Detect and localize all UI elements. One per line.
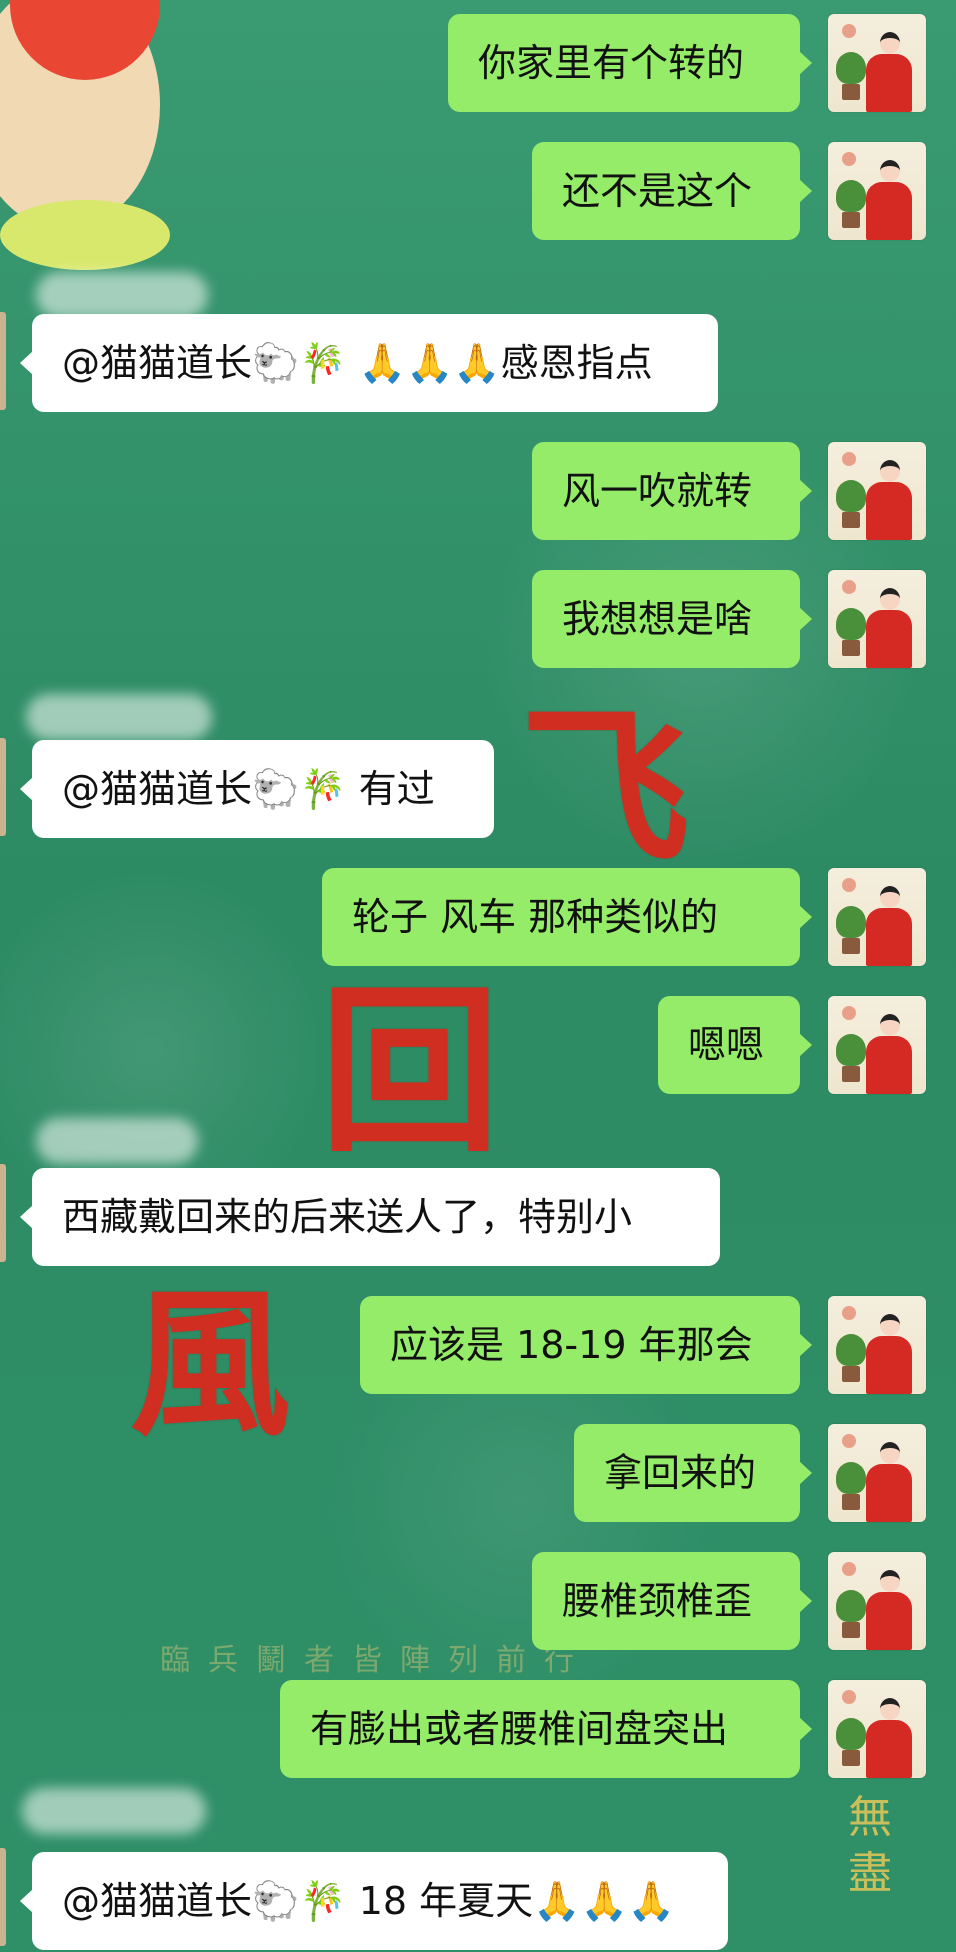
avatar[interactable]	[828, 1424, 926, 1522]
sender-name	[36, 272, 208, 318]
avatar[interactable]	[0, 1164, 6, 1262]
avatar[interactable]	[828, 1552, 926, 1650]
message-bubble[interactable]: 嗯嗯	[658, 996, 812, 1094]
message-bubble[interactable]: 风一吹就转	[532, 442, 812, 540]
avatar[interactable]	[0, 738, 6, 836]
message-bubble[interactable]: 有膨出或者腰椎间盘突出	[280, 1680, 812, 1778]
message-bubble[interactable]: 轮子 风车 那种类似的	[322, 868, 812, 966]
background-char: 風	[130, 1270, 291, 1458]
message-bubble[interactable]: @猫猫道长🐑🎋 18 年夏天🙏🙏🙏	[20, 1852, 728, 1950]
message-bubble[interactable]: @猫猫道长🐑🎋 有过	[20, 740, 494, 838]
message-bubble[interactable]: 西藏戴回来的后来送人了，特别小	[20, 1168, 720, 1266]
message-bubble[interactable]: 你家里有个转的	[448, 14, 812, 112]
sender-name	[36, 1118, 198, 1164]
avatar[interactable]	[0, 1848, 6, 1946]
sticker-image	[0, 0, 190, 272]
avatar[interactable]	[828, 1296, 926, 1394]
message-bubble[interactable]: 还不是这个	[532, 142, 812, 240]
background-char: 飞	[520, 688, 691, 888]
message-bubble[interactable]: 应该是 18-19 年那会	[360, 1296, 812, 1394]
avatar[interactable]	[0, 312, 6, 410]
sender-name	[22, 1788, 206, 1834]
avatar[interactable]	[828, 868, 926, 966]
background-gold-text: 無盡	[848, 1792, 892, 1899]
avatar[interactable]	[828, 442, 926, 540]
avatar[interactable]	[828, 14, 926, 112]
background-text: 臨兵鬭者皆陣列前行	[160, 1643, 592, 1678]
message-bubble[interactable]: @猫猫道长🐑🎋 🙏🙏🙏感恩指点	[20, 314, 718, 412]
avatar[interactable]	[828, 570, 926, 668]
sender-name	[26, 694, 212, 740]
message-bubble[interactable]: 腰椎颈椎歪	[532, 1552, 812, 1650]
message-bubble[interactable]: 我想想是啥	[532, 570, 812, 668]
avatar[interactable]	[828, 142, 926, 240]
avatar[interactable]	[828, 1680, 926, 1778]
message-bubble[interactable]: 拿回来的	[574, 1424, 812, 1522]
avatar[interactable]	[828, 996, 926, 1094]
